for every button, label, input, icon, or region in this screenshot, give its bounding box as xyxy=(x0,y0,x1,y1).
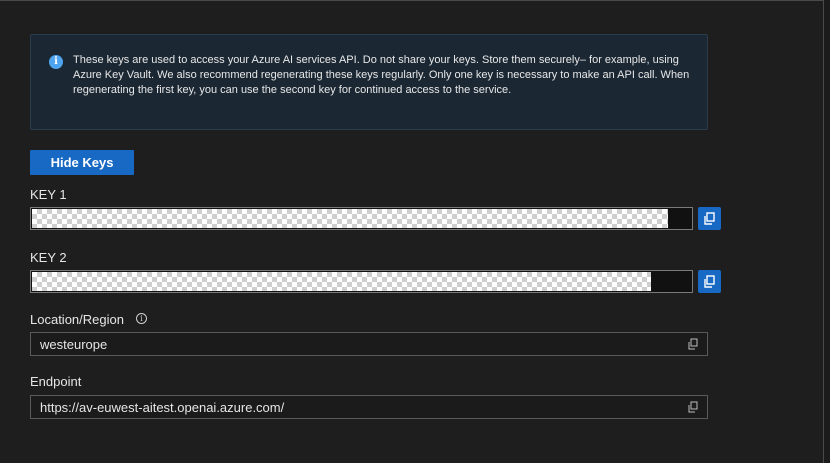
hide-keys-button[interactable]: Hide Keys xyxy=(30,150,134,175)
location-field[interactable]: westeurope xyxy=(30,332,708,356)
copy-icon[interactable] xyxy=(687,338,699,350)
copy-icon xyxy=(704,275,715,288)
copy-icon xyxy=(704,212,715,225)
copy-icon[interactable] xyxy=(687,401,699,413)
keys-panel: i These keys are used to access your Azu… xyxy=(0,0,824,463)
key2-field[interactable] xyxy=(30,270,693,293)
key1-field[interactable] xyxy=(30,207,693,230)
info-message: These keys are used to access your Azure… xyxy=(73,54,690,96)
key1-copy-button[interactable] xyxy=(698,207,721,230)
key1-redacted-value xyxy=(32,209,668,228)
key2-redacted-value xyxy=(32,272,651,291)
key2-copy-button[interactable] xyxy=(698,270,721,293)
info-banner: i These keys are used to access your Azu… xyxy=(30,34,708,130)
location-label: Location/Region xyxy=(30,312,124,327)
location-info-icon[interactable]: i xyxy=(136,313,147,324)
location-value: westeurope xyxy=(40,337,108,352)
endpoint-value: https://av-euwest-aitest.openai.azure.co… xyxy=(40,400,285,415)
key2-label: KEY 2 xyxy=(30,250,67,265)
info-icon: i xyxy=(49,55,63,69)
endpoint-field[interactable]: https://av-euwest-aitest.openai.azure.co… xyxy=(30,395,708,419)
endpoint-label: Endpoint xyxy=(30,374,82,389)
key1-label: KEY 1 xyxy=(30,187,67,202)
